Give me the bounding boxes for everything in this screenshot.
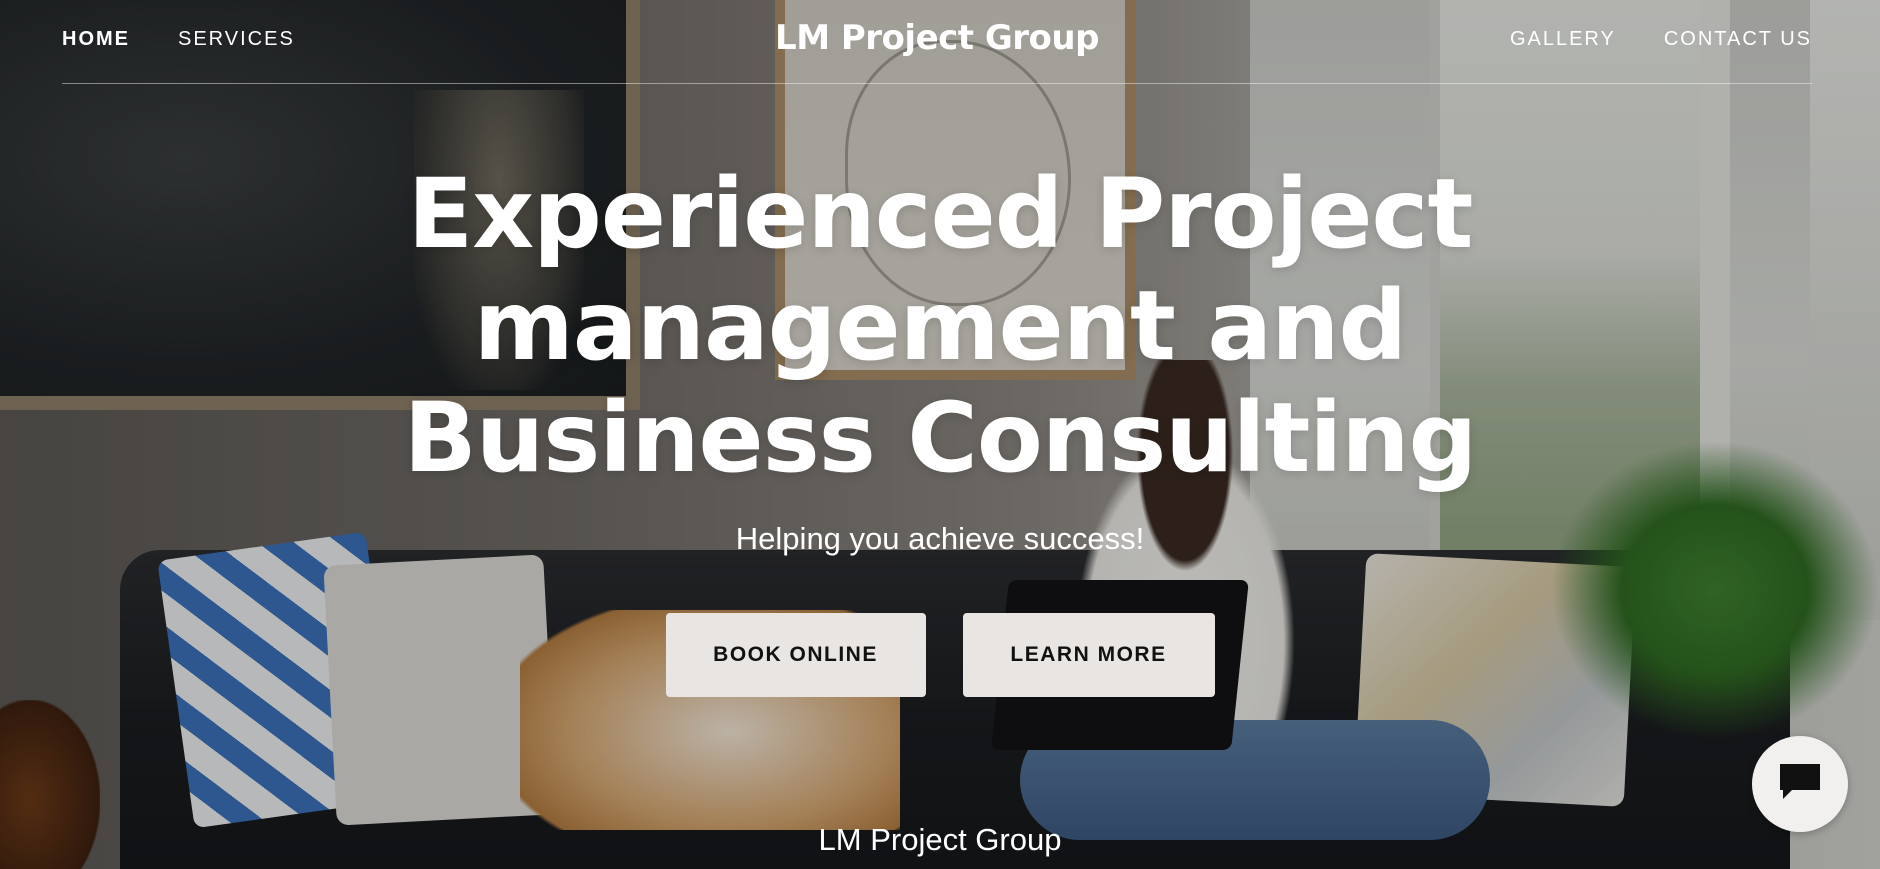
hero-title: Experienced Project management and Busin… [340, 158, 1540, 494]
book-online-button[interactable]: BOOK ONLINE [665, 613, 926, 697]
nav-right: GALLERY CONTACT US [1510, 28, 1812, 51]
hero-actions: BOOK ONLINE LEARN MORE [0, 613, 1880, 697]
chat-bubble-icon [1777, 761, 1823, 808]
hero-subtitle: Helping you achieve success! [735, 521, 1145, 556]
hero-title-line1: Experienced Project [407, 158, 1474, 270]
nav-gallery-link[interactable]: GALLERY [1510, 28, 1616, 51]
hero-title-line2: management and [473, 270, 1407, 382]
nav-contact-link[interactable]: CONTACT US [1664, 28, 1812, 51]
chat-widget-button[interactable] [1752, 736, 1848, 832]
hero-title-line3: Business Consulting [403, 382, 1478, 494]
footer-brand: LM Project Group [818, 822, 1062, 857]
site-header: HOME SERVICES LM Project Group GALLERY C… [62, 18, 1812, 84]
learn-more-button[interactable]: LEARN MORE [962, 613, 1215, 697]
